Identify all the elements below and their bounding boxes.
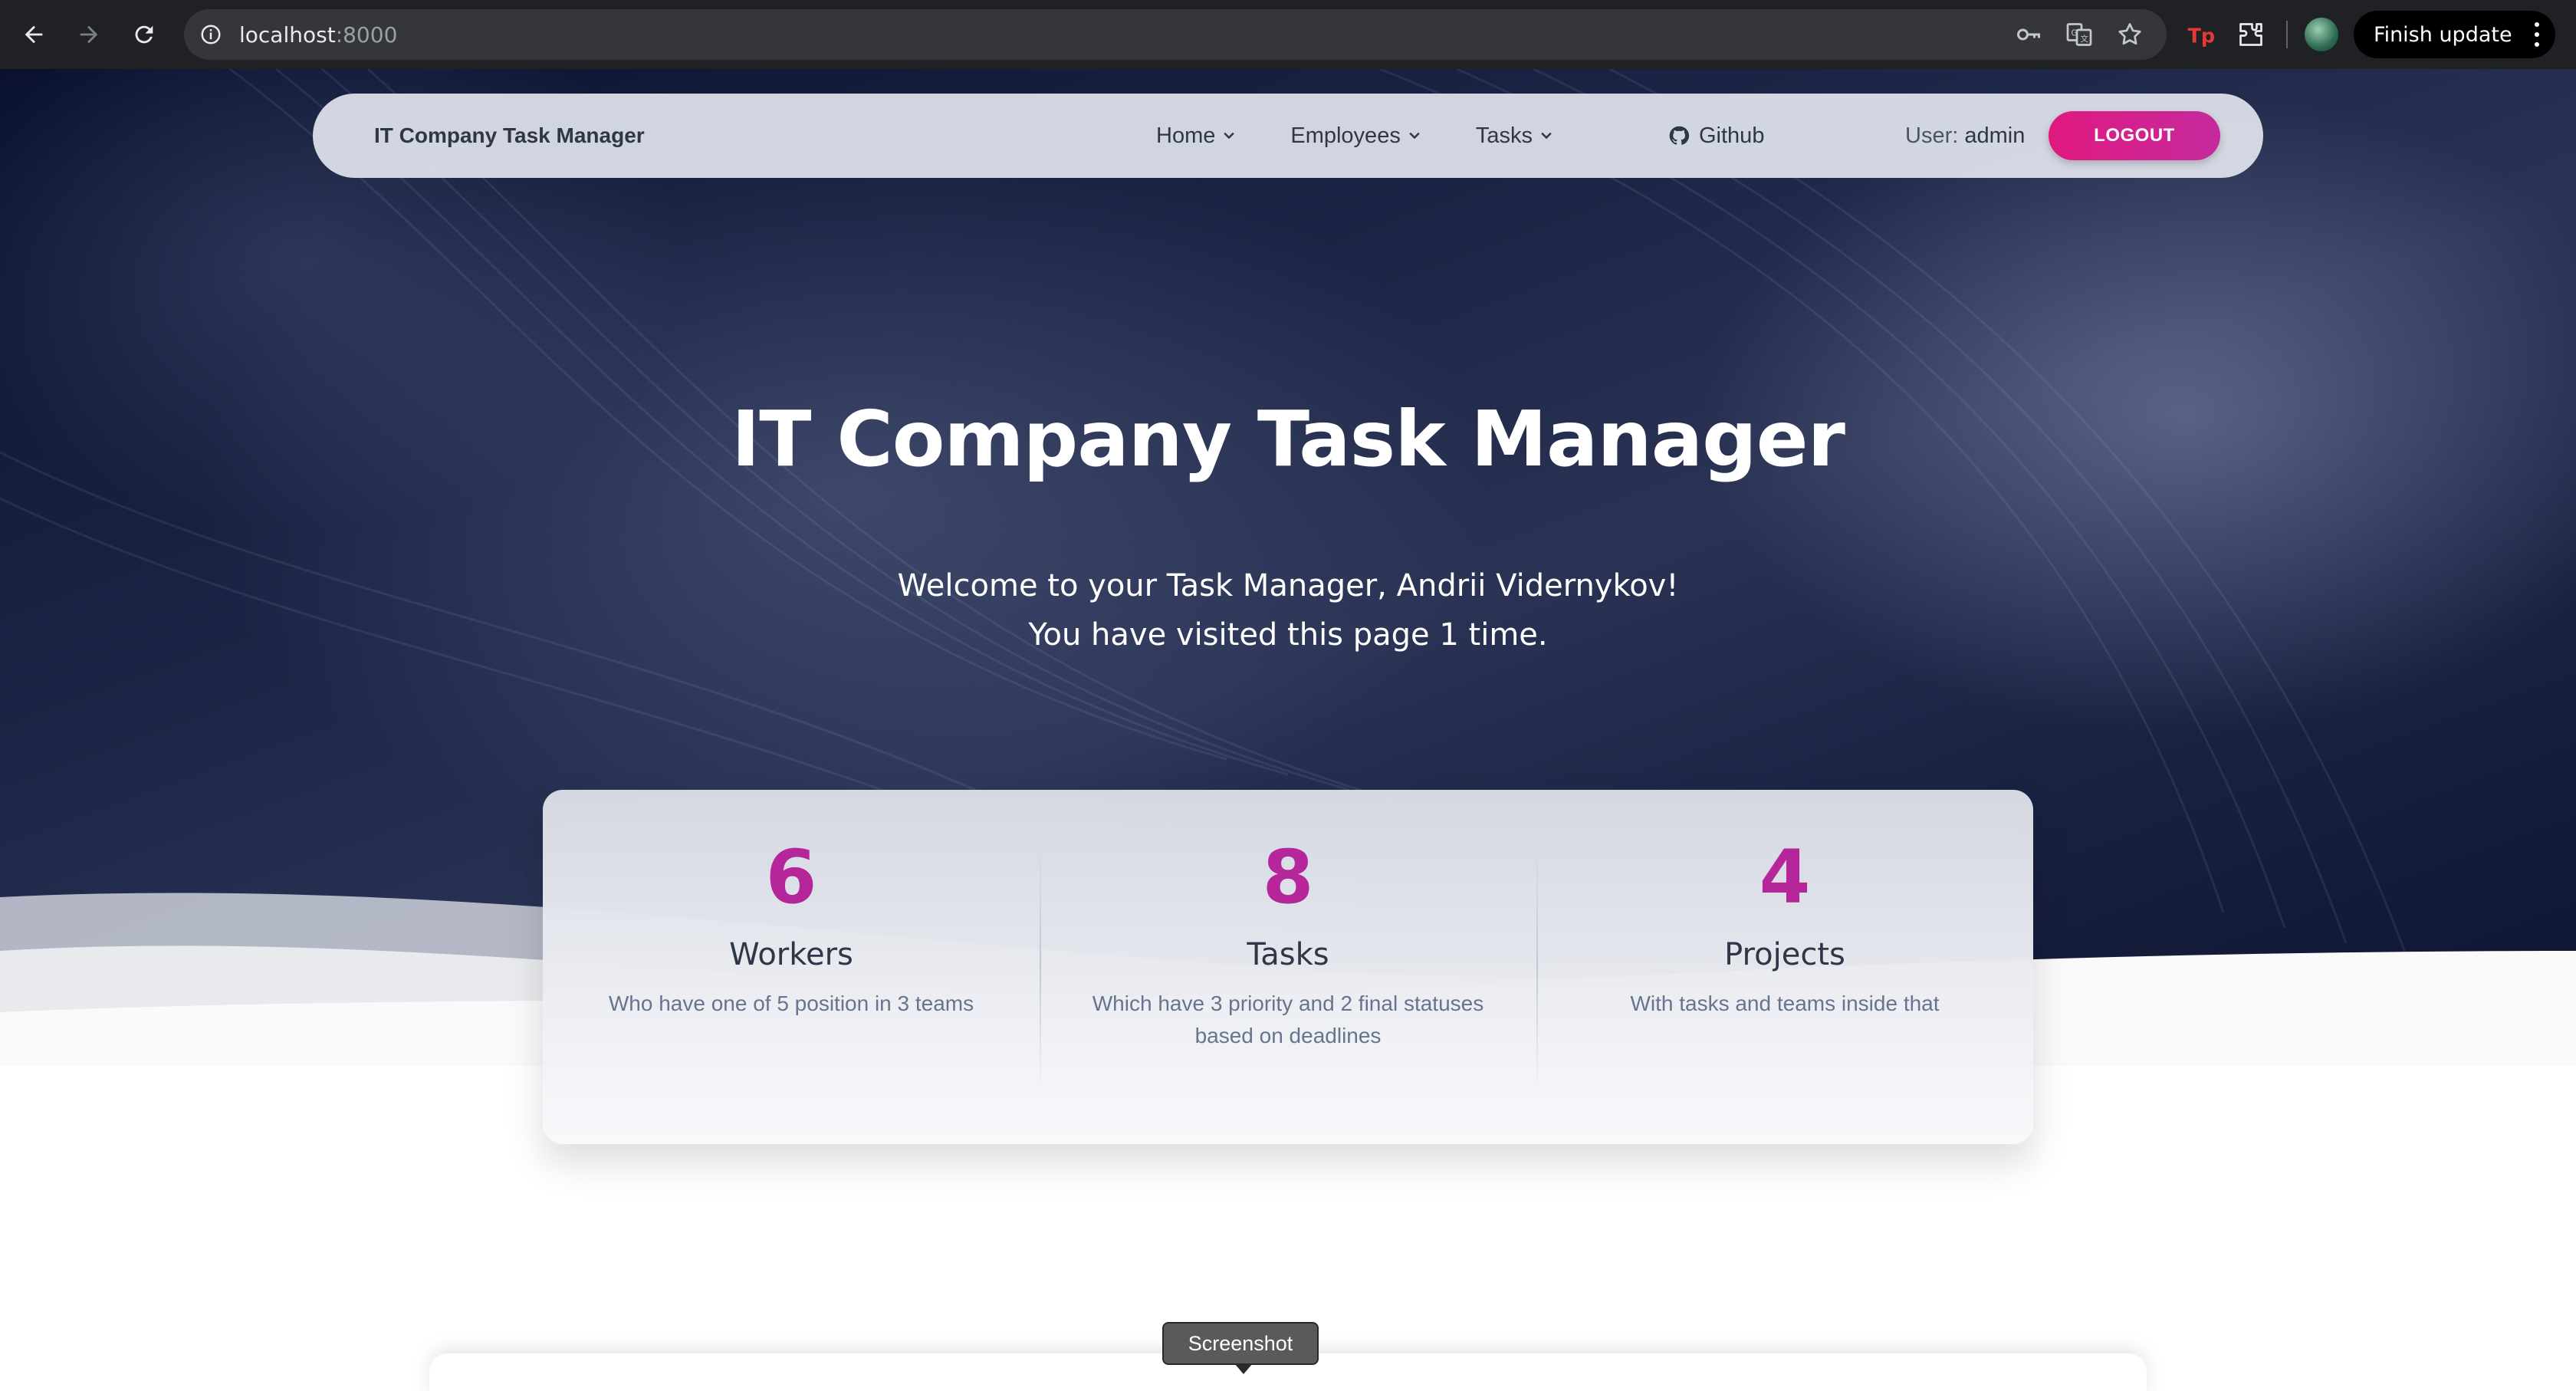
browser-toolbar: localhost:8000 G文 Tp Finish update	[0, 0, 2576, 69]
stat-workers: 6 Workers Who have one of 5 position in …	[543, 790, 1040, 1144]
forward-button[interactable]	[67, 13, 110, 56]
stat-number: 4	[1759, 834, 1811, 920]
stat-projects: 4 Projects With tasks and teams inside t…	[1536, 790, 2033, 1144]
chevron-down-icon	[1224, 132, 1235, 140]
user-name: admin	[1964, 123, 2026, 148]
translate-icon[interactable]: G文	[2065, 21, 2093, 48]
stat-description: Who have one of 5 position in 3 teams	[608, 991, 974, 1015]
main-navbar: IT Company Task Manager Home Employees T…	[313, 94, 2263, 178]
github-label: Github	[1699, 123, 1765, 148]
back-button[interactable]	[12, 13, 55, 56]
chevron-down-icon	[1541, 132, 1552, 140]
finish-update-label: Finish update	[2374, 22, 2512, 47]
page-viewport: IT Company Task Manager Home Employees T…	[0, 69, 2576, 1391]
nav-item-tasks-label: Tasks	[1475, 123, 1533, 148]
svg-text:文: 文	[2081, 34, 2089, 44]
github-link[interactable]: Github	[1668, 123, 1764, 149]
profile-avatar[interactable]	[2305, 18, 2338, 51]
extension-tp-icon[interactable]: Tp	[2185, 19, 2216, 50]
stat-tasks: 8 Tasks Which have 3 priority and 2 fina…	[1040, 790, 1536, 1144]
reload-icon	[135, 25, 153, 44]
stat-description: Which have 3 priority and 2 final status…	[1092, 991, 1484, 1047]
address-bar[interactable]: localhost:8000 G文	[184, 9, 2167, 60]
key-icon[interactable]	[2015, 21, 2042, 48]
welcome-line: Welcome to your Task Manager, Andrii Vid…	[897, 568, 1679, 603]
nav-item-tasks[interactable]: Tasks	[1476, 123, 1554, 149]
svg-text:G: G	[2072, 29, 2078, 38]
bookmark-star-icon[interactable]	[2116, 21, 2144, 48]
nav-item-employees[interactable]: Employees	[1290, 123, 1421, 149]
more-menu-icon[interactable]	[2534, 22, 2540, 47]
stat-title: Tasks	[1247, 937, 1329, 972]
stat-number: 8	[1262, 834, 1314, 920]
logout-button[interactable]: LOGOUT	[2049, 111, 2220, 160]
finish-update-button[interactable]: Finish update	[2354, 11, 2555, 58]
page-title: IT Company Task Manager	[731, 394, 1845, 484]
stats-card: 6 Workers Who have one of 5 position in …	[543, 790, 2033, 1144]
extensions-puzzle-icon[interactable]	[2236, 19, 2266, 50]
stat-title: Projects	[1724, 937, 1845, 972]
nav-item-home-label: Home	[1156, 123, 1216, 148]
stat-description: With tasks and teams inside that	[1630, 991, 1940, 1015]
navbar-brand[interactable]: IT Company Task Manager	[374, 123, 645, 148]
stat-number: 6	[765, 834, 817, 920]
navbar-menu: Home Employees Tasks	[1156, 123, 1554, 149]
arrow-right-icon	[80, 25, 98, 44]
svg-text:Tp: Tp	[2188, 25, 2215, 48]
site-info-icon[interactable]	[199, 23, 222, 46]
visit-count-line: You have visited this page 1 time.	[1028, 617, 1548, 653]
stat-title: Workers	[729, 937, 853, 972]
github-icon	[1669, 126, 1690, 145]
nav-item-home[interactable]: Home	[1156, 123, 1237, 149]
nav-item-employees-label: Employees	[1290, 123, 1401, 148]
screenshot-tooltip: Screenshot	[1162, 1322, 1319, 1374]
user-prefix: User:	[1905, 123, 1959, 148]
welcome-message: Welcome to your Task Manager, Andrii Vid…	[0, 561, 2576, 659]
reload-button[interactable]	[123, 13, 166, 56]
toolbar-separator	[2286, 21, 2288, 48]
url-host: localhost	[239, 21, 336, 48]
chevron-down-icon	[1409, 132, 1420, 140]
url-port: :8000	[335, 21, 398, 48]
url-text[interactable]: localhost:8000	[239, 22, 397, 48]
current-user: User: admin	[1905, 123, 2025, 149]
arrow-left-icon	[25, 25, 43, 44]
